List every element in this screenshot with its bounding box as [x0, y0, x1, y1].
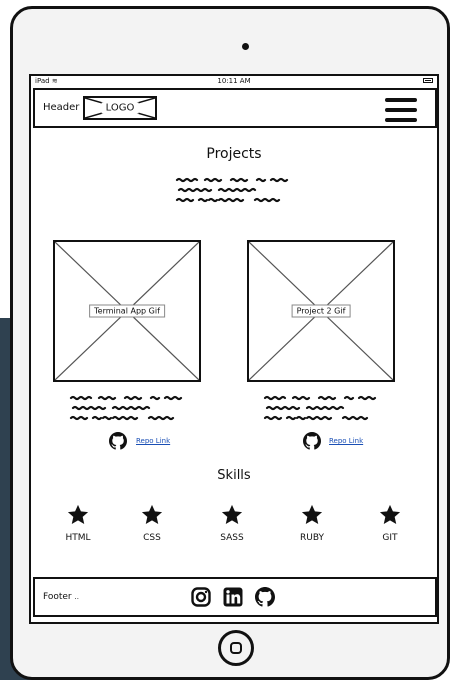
skill-label: GIT: [382, 533, 398, 543]
skill-label: RUBY: [299, 533, 325, 543]
projects-intro-text: [175, 177, 289, 203]
project-1-gif[interactable]: Terminal App Gif: [53, 240, 201, 382]
project-2-gif-label: Project 2 Gif: [291, 304, 351, 318]
instagram-icon[interactable]: [191, 587, 211, 607]
header: Header LOGO: [33, 88, 437, 128]
screen: iPad ≋ 10:11 AM Header LOGO Projects Ter…: [29, 74, 439, 624]
star-icon: [379, 504, 401, 524]
project-1-repo-link[interactable]: Repo Link: [136, 437, 170, 445]
header-label: Header: [43, 102, 80, 113]
status-time: 10:11 AM: [217, 77, 251, 85]
skill-label: SASS: [220, 533, 244, 543]
home-button[interactable]: [218, 630, 254, 666]
star-icon: [141, 504, 163, 524]
skill-git: GIT: [365, 504, 415, 543]
project-2-description: [263, 395, 377, 421]
skill-css: CSS: [127, 504, 177, 543]
skills-title: Skills: [217, 468, 251, 483]
status-bar: iPad ≋ 10:11 AM: [31, 76, 437, 86]
star-icon: [67, 504, 89, 524]
projects-title: Projects: [206, 146, 262, 162]
project-2-repo-link[interactable]: Repo Link: [329, 437, 363, 445]
project-1-description: [69, 395, 183, 421]
footer-label: Footer ..: [43, 592, 79, 602]
star-icon: [301, 504, 323, 524]
project-2-gif[interactable]: Project 2 Gif: [247, 240, 395, 382]
skill-label: HTML: [65, 533, 91, 543]
skill-ruby: RUBY: [287, 504, 337, 543]
github-icon[interactable]: [109, 432, 127, 450]
skill-sass: SASS: [207, 504, 257, 543]
skill-html: HTML: [53, 504, 103, 543]
footer: Footer ..: [33, 577, 437, 617]
logo-text: LOGO: [101, 102, 139, 114]
battery-icon: [423, 78, 433, 83]
device-label: iPad ≋: [35, 77, 58, 85]
logo[interactable]: LOGO: [83, 96, 157, 120]
star-icon: [221, 504, 243, 524]
skill-label: CSS: [143, 533, 161, 543]
hamburger-menu-icon[interactable]: [385, 98, 417, 122]
project-1-gif-label: Terminal App Gif: [89, 304, 165, 318]
github-icon[interactable]: [303, 432, 321, 450]
github-icon[interactable]: [255, 587, 275, 607]
camera-dot: [242, 43, 249, 50]
linkedin-icon[interactable]: [223, 587, 243, 607]
